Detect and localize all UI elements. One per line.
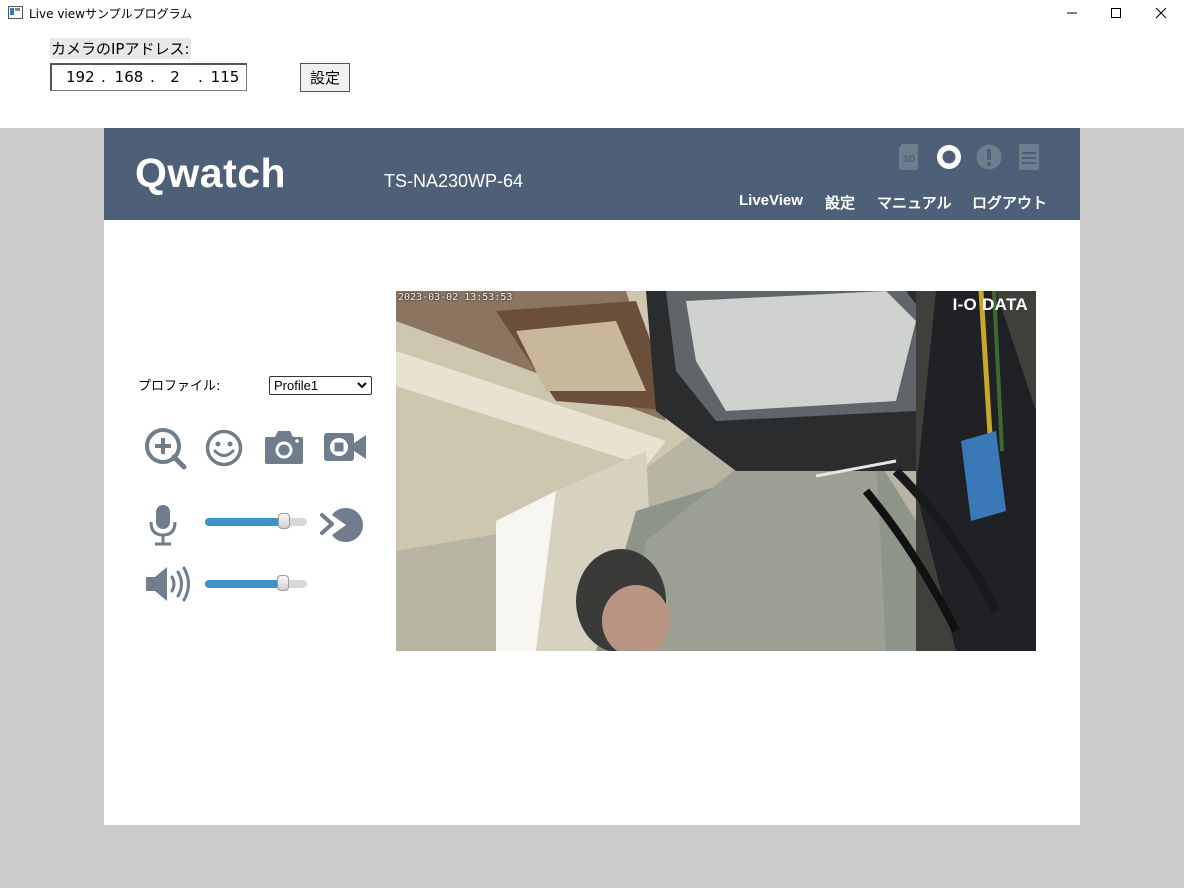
close-button[interactable] bbox=[1138, 0, 1184, 26]
speaker-volume-slider[interactable] bbox=[205, 575, 307, 591]
ip-dot: . bbox=[150, 68, 155, 86]
maximize-icon bbox=[1111, 8, 1121, 18]
speaker-icon bbox=[146, 566, 190, 602]
menu-list-icon[interactable] bbox=[1016, 142, 1042, 172]
talk-icon bbox=[320, 507, 364, 543]
speaker-button[interactable] bbox=[145, 564, 193, 608]
ip-dot: . bbox=[101, 68, 106, 86]
slider-fill bbox=[205, 580, 283, 588]
face-detect-icon bbox=[205, 429, 243, 467]
slider-fill bbox=[205, 518, 284, 526]
camera-web-page: Qwatch TS-NA230WP-64 SD LiveView 設定 マニュア… bbox=[104, 128, 1080, 825]
snapshot-icon bbox=[265, 431, 303, 464]
camera-header: Qwatch TS-NA230WP-64 SD LiveView 設定 マニュア… bbox=[104, 128, 1080, 220]
record-video-icon bbox=[324, 433, 366, 461]
sd-label: SD bbox=[903, 154, 916, 164]
microphone-icon bbox=[149, 505, 177, 546]
video-frame bbox=[396, 291, 1036, 651]
camera-model: TS-NA230WP-64 bbox=[384, 171, 524, 191]
maximize-button[interactable] bbox=[1093, 0, 1139, 26]
record-status-icon[interactable] bbox=[936, 142, 962, 172]
ip-octet-3[interactable]: 2 bbox=[164, 68, 186, 86]
ip-octet-4[interactable]: 115 bbox=[210, 68, 240, 86]
nav-logout[interactable]: ログアウト bbox=[972, 192, 1047, 213]
profile-selected-value: Profile1 bbox=[274, 378, 319, 393]
record-video-button[interactable] bbox=[323, 431, 367, 467]
profile-select[interactable]: Profile1 bbox=[269, 376, 372, 395]
set-ip-button[interactable]: 設定 bbox=[300, 63, 350, 92]
talk-button[interactable] bbox=[319, 505, 367, 549]
nav-manual[interactable]: マニュアル bbox=[877, 192, 952, 213]
mic-volume-slider[interactable] bbox=[205, 513, 307, 529]
minimize-icon bbox=[1067, 12, 1077, 14]
slider-thumb[interactable] bbox=[278, 513, 290, 529]
nav-settings[interactable]: 設定 bbox=[825, 192, 855, 213]
ip-address-label: カメラのIPアドレス: bbox=[50, 38, 191, 59]
microphone-button[interactable] bbox=[148, 504, 178, 550]
minimize-button[interactable] bbox=[1049, 0, 1095, 26]
title-bar: Live viewサンプルプログラム bbox=[0, 0, 1184, 26]
nav-liveview[interactable]: LiveView bbox=[739, 192, 803, 209]
app-window: Live viewサンプルプログラム カメラのIPアドレス: 192 . 168… bbox=[0, 0, 1184, 128]
app-icon bbox=[8, 6, 23, 19]
zoom-in-icon bbox=[145, 428, 187, 470]
ip-octet-1[interactable]: 192 bbox=[66, 68, 95, 86]
ip-address-field[interactable]: 192 . 168 . 2 . 115 bbox=[50, 63, 247, 91]
sd-card-icon[interactable]: SD bbox=[896, 142, 922, 172]
chevron-down-icon bbox=[357, 382, 367, 389]
video-timestamp: 2023-03-02 13:53:53 bbox=[398, 292, 513, 303]
close-icon bbox=[1155, 7, 1167, 19]
face-detect-button[interactable] bbox=[205, 429, 243, 471]
zoom-in-button[interactable] bbox=[144, 427, 188, 475]
alert-icon[interactable] bbox=[976, 142, 1002, 172]
ip-octet-2[interactable]: 168 bbox=[114, 68, 144, 86]
slider-thumb[interactable] bbox=[277, 575, 289, 591]
video-brand-watermark: I-O DATA bbox=[952, 295, 1028, 314]
snapshot-button[interactable] bbox=[264, 429, 304, 469]
profile-label: プロファイル: bbox=[138, 379, 221, 394]
live-video-view[interactable]: 2023-03-02 13:53:53 I-O DATA bbox=[396, 291, 1036, 651]
qwatch-logo: Qwatch bbox=[135, 150, 287, 196]
ip-dot: . bbox=[198, 68, 203, 86]
window-title: Live viewサンプルプログラム bbox=[29, 7, 193, 21]
